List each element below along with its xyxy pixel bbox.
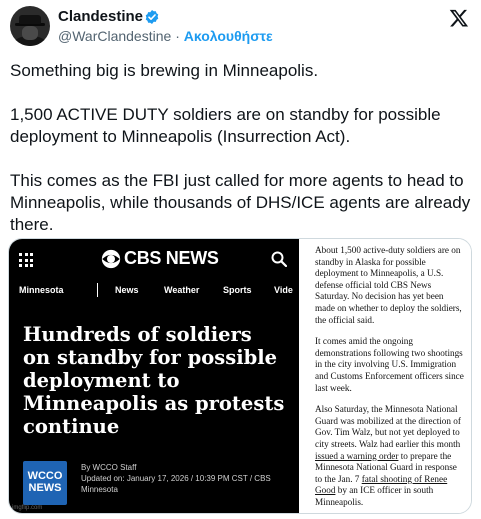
grid-menu-icon xyxy=(19,253,33,267)
byline-date: Updated on: January 17, 2026 / 10:39 PM … xyxy=(81,474,271,483)
cbs-eye-icon xyxy=(101,249,121,268)
author-handle[interactable]: @WarClandestine xyxy=(58,28,171,44)
cbs-nav-bar: Minnesota News Weather Sports Vide xyxy=(19,283,299,299)
tweet-paragraph: This comes as the FBI just called for mo… xyxy=(10,171,471,234)
nav-divider xyxy=(97,283,98,297)
station-logo-line: NEWS xyxy=(28,482,62,494)
x-logo-icon[interactable] xyxy=(449,8,469,28)
nav-item: Vide xyxy=(274,285,293,295)
cbs-news-screenshot: CBS NEWS Minnesota News Weather Sports V… xyxy=(9,239,299,513)
search-icon xyxy=(271,251,287,267)
article-text-panel: About 1,500 active-duty soldiers are on … xyxy=(301,239,471,513)
avatar[interactable] xyxy=(10,6,50,46)
article-paragraph: Also Saturday, the Minnesota National Gu… xyxy=(315,404,465,508)
byline-station: Minnesota xyxy=(81,485,118,494)
article-paragraph: It comes amid the ongoing demonstrations… xyxy=(315,336,464,393)
handle-row: @WarClandestine · Ακολουθήστε xyxy=(58,28,273,44)
article-text: Also Saturday, the Minnesota National Gu… xyxy=(315,404,461,449)
cbs-logo-text: CBS NEWS xyxy=(124,248,219,268)
nav-item: Sports xyxy=(223,285,252,295)
station-logo-line: WCCO xyxy=(27,470,63,482)
imgflip-watermark: imgflip.com xyxy=(12,505,43,511)
separator-dot: · xyxy=(175,28,180,44)
nav-item: News xyxy=(115,285,139,295)
author-name[interactable]: Clandestine xyxy=(58,8,143,25)
tweet-header: Clandestine @WarClandestine · Ακολουθήστ… xyxy=(10,6,471,50)
byline-author: By WCCO Staff xyxy=(81,463,137,472)
article-paragraph: About 1,500 active-duty soldiers are on … xyxy=(315,245,462,325)
warning-order-link: issued a warning order xyxy=(315,450,399,461)
verified-badge-icon xyxy=(145,10,159,24)
tweet-paragraph: 1,500 ACTIVE DUTY soldiers are on standb… xyxy=(10,105,441,146)
wcco-news-logo: WCCO NEWS xyxy=(23,461,67,505)
byline: By WCCO Staff Updated on: January 17, 20… xyxy=(81,462,286,495)
cbs-logo: CBS NEWS xyxy=(101,248,219,269)
follow-button[interactable]: Ακολουθήστε xyxy=(184,28,273,44)
nav-item: Weather xyxy=(164,285,200,295)
tweet-text: Something big is brewing in Minneapolis.… xyxy=(10,60,474,236)
tweet-paragraph: Something big is brewing in Minneapolis. xyxy=(10,61,319,80)
nav-section-label: Minnesota xyxy=(19,285,64,295)
tweet-media-image[interactable]: CBS NEWS Minnesota News Weather Sports V… xyxy=(8,238,472,514)
cbs-headline: Hundreds of soldiers on standby for poss… xyxy=(23,323,285,438)
